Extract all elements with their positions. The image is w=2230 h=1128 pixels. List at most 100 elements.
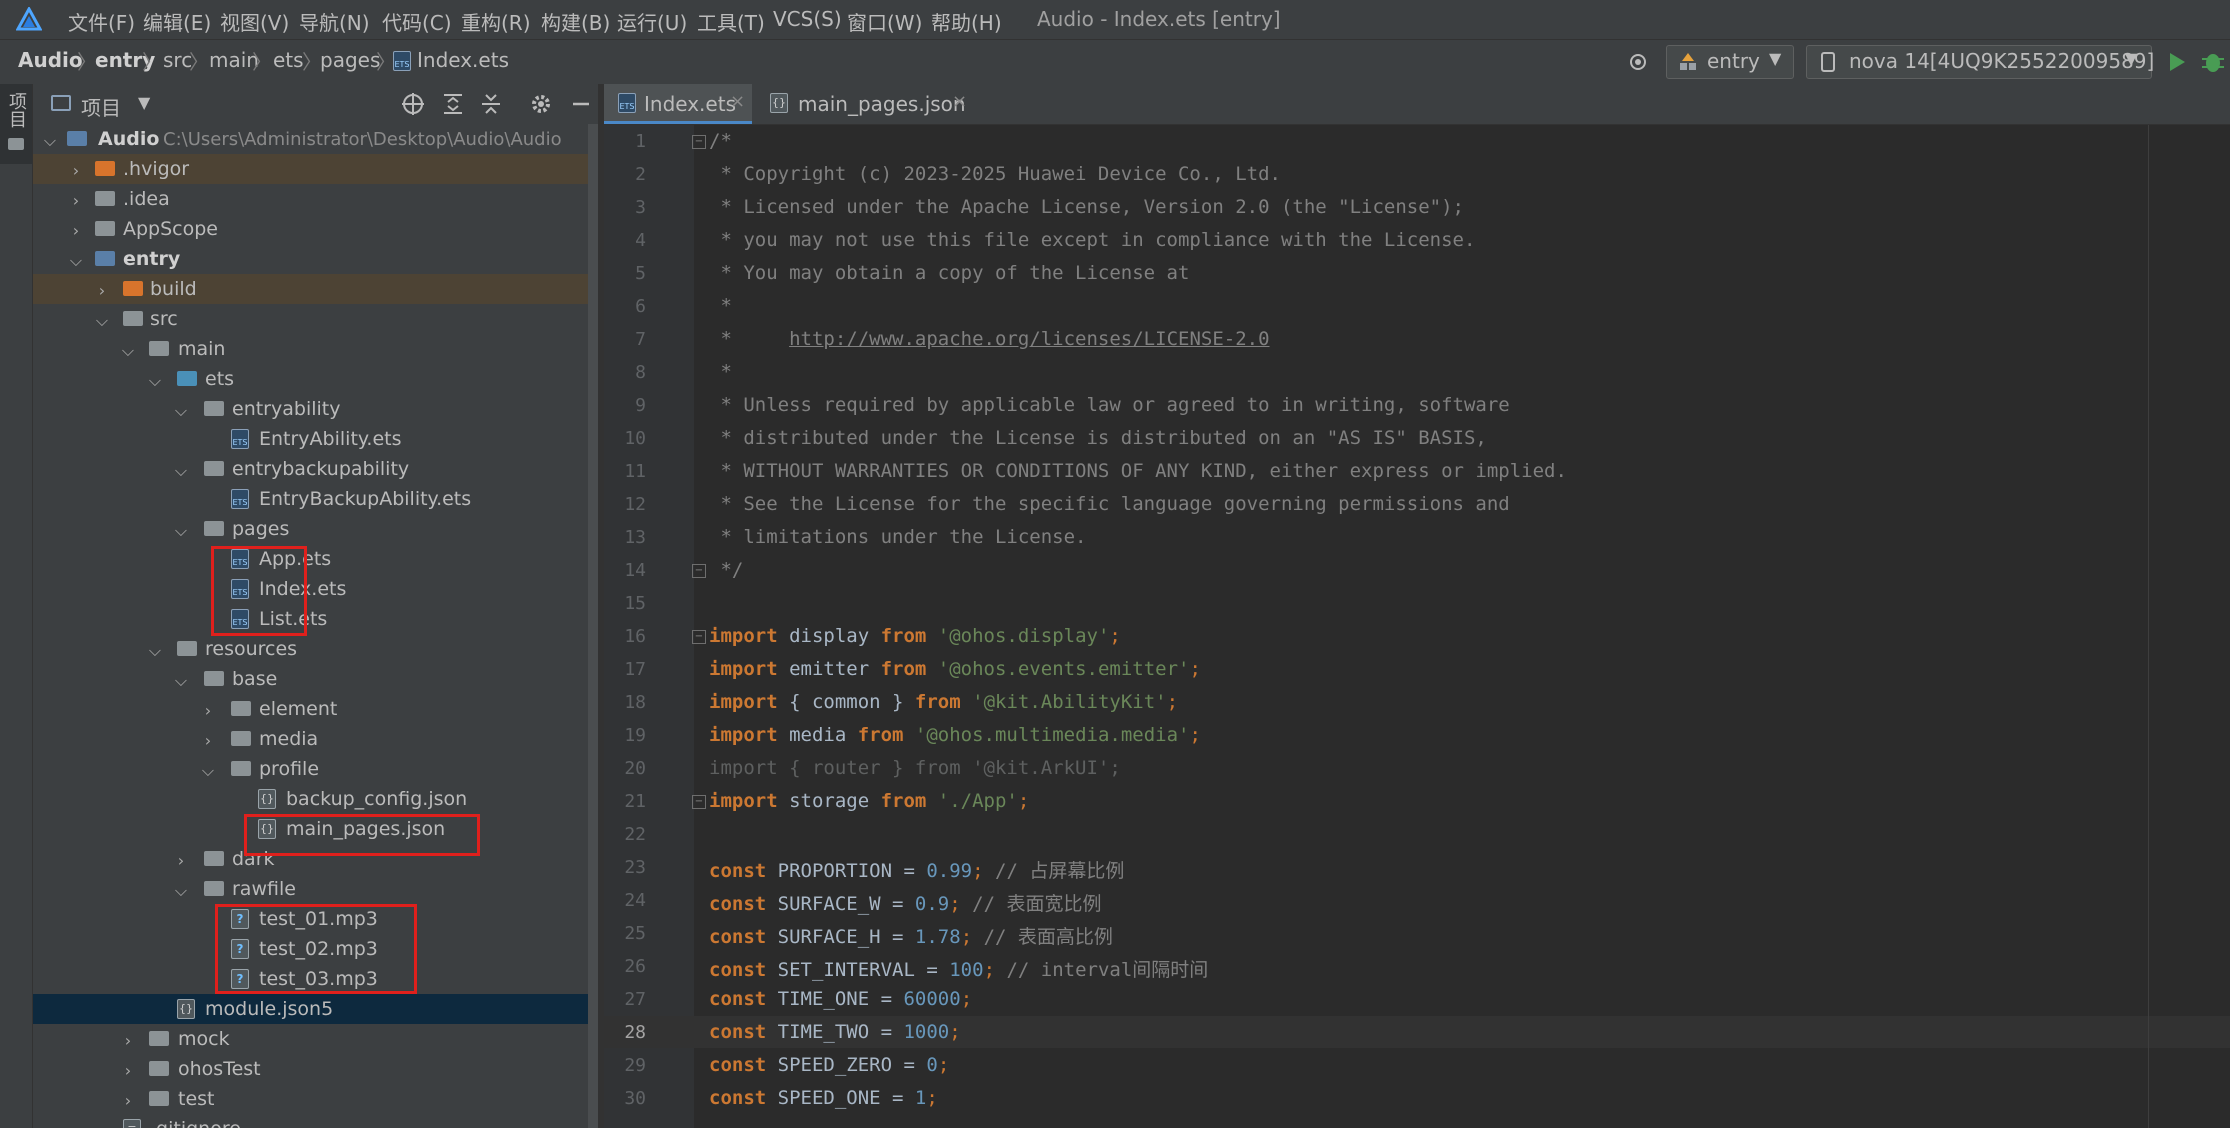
breadcrumb-ets[interactable]: ets — [273, 48, 304, 72]
menu-tools[interactable]: 工具(T) — [697, 7, 765, 36]
tree-item-file[interactable]: {} backup_config.json — [33, 784, 588, 814]
tree-item-folder[interactable]: › test — [33, 1084, 588, 1114]
tree-item-file[interactable]: ETS EntryBackupAbility.ets — [33, 484, 588, 514]
code-keyword: const — [709, 926, 767, 948]
code-number: 1 — [914, 1087, 927, 1109]
tree-item-file[interactable]: ETS EntryAbility.ets — [33, 424, 588, 454]
gear-icon[interactable] — [529, 92, 553, 116]
code-line: const SPEED_ONE = 1; — [709, 1087, 938, 1109]
code-punct: ; — [1166, 691, 1179, 713]
menu-run[interactable]: 运行(U) — [617, 7, 687, 36]
menu-code[interactable]: 代码(C) — [382, 7, 452, 36]
line-number: 25 — [624, 923, 646, 944]
tree-item-folder[interactable]: › build — [33, 274, 588, 304]
menu-vcs[interactable]: VCS(S) — [773, 7, 842, 31]
breadcrumb-separator: 〉 — [189, 50, 209, 74]
fold-marker-icon[interactable]: − — [692, 630, 706, 644]
fold-marker-icon[interactable]: − — [692, 135, 706, 149]
tree-item-folder[interactable]: ⌵ entryability — [33, 394, 588, 424]
breadcrumb-pages[interactable]: pages — [320, 48, 380, 72]
fold-marker-icon[interactable]: − — [692, 795, 706, 809]
menu-edit[interactable]: 编辑(E) — [143, 7, 211, 36]
chevron-down-icon: ⌵ — [95, 311, 109, 330]
menu-file[interactable]: 文件(F) — [68, 7, 135, 36]
menu-refactor[interactable]: 重构(R) — [461, 7, 531, 36]
line-number: 26 — [624, 956, 646, 977]
code-punct: ; — [983, 959, 996, 981]
tree-item-folder[interactable]: ⌵ entrybackupability — [33, 454, 588, 484]
tab-main-pages-json[interactable]: {} main_pages.json × — [756, 84, 970, 124]
line-number: 12 — [624, 494, 646, 515]
tree-item-file[interactable]: ETS List.ets — [33, 604, 588, 634]
line-number: 6 — [635, 296, 646, 317]
right-margin-guide — [2148, 125, 2149, 1128]
code-punct: ; — [960, 926, 973, 948]
tree-item-folder[interactable]: › mock — [33, 1024, 588, 1054]
project-tree-scrollbar[interactable] — [588, 124, 598, 1128]
code-line: import { common } from '@kit.AbilityKit'… — [709, 691, 1178, 713]
expand-all-icon[interactable] — [441, 92, 465, 116]
tree-item-folder[interactable]: ⌵ resources — [33, 634, 588, 664]
hide-panel-icon[interactable] — [569, 92, 593, 116]
tree-item-folder[interactable]: ⌵ pages — [33, 514, 588, 544]
collapse-all-icon[interactable] — [479, 92, 503, 116]
line-number: 2 — [635, 164, 646, 185]
tree-item-module[interactable]: ⌵ entry — [33, 244, 588, 274]
code-link[interactable]: http://www.apache.org/licenses/LICENSE-2… — [789, 328, 1269, 350]
breadcrumb-project[interactable]: Audio — [18, 48, 83, 72]
menu-view[interactable]: 视图(V) — [220, 7, 289, 36]
tree-item-folder[interactable]: ⌵ rawfile — [33, 874, 588, 904]
folder-icon — [149, 1061, 169, 1076]
tree-item-label: pages — [232, 518, 290, 540]
tree-item-folder[interactable]: › media — [33, 724, 588, 754]
project-panel-header: 项目 ▼ — [33, 84, 598, 125]
module-selector[interactable]: entry ▼ — [1666, 45, 1794, 79]
tree-item-folder[interactable]: ⌵ ets — [33, 364, 588, 394]
tree-item-folder[interactable]: ⌵ base — [33, 664, 588, 694]
code-line-unused-import: import { router } from '@kit.ArkUI'; — [709, 757, 1121, 779]
debug-icon[interactable] — [2200, 50, 2226, 74]
menu-build[interactable]: 构建(B) — [541, 7, 610, 36]
select-opened-file-icon[interactable] — [401, 92, 425, 116]
tree-item-folder[interactable]: › element — [33, 694, 588, 724]
project-panel-title[interactable]: 项目 — [81, 92, 121, 121]
tree-item-file[interactable]: ≡ .gitignore — [33, 1114, 588, 1128]
fold-marker-icon[interactable]: − — [692, 564, 706, 578]
line-number: 17 — [624, 659, 646, 680]
chevron-down-icon: ⌵ — [148, 641, 162, 660]
close-icon[interactable]: × — [730, 91, 745, 112]
tree-item-folder[interactable]: ⌵ src — [33, 304, 588, 334]
annotation-box-pages — [211, 546, 307, 636]
code-keyword: import — [709, 658, 778, 680]
tree-item-project-root[interactable]: ⌵ Audio C:\Users\Administrator\Desktop\A… — [33, 124, 588, 154]
close-icon[interactable]: × — [952, 91, 967, 112]
code-punct: ; — [949, 1021, 961, 1043]
chevron-down-icon[interactable]: ▼ — [138, 93, 150, 112]
tree-item-file-selected[interactable]: {} module.json5 — [33, 994, 588, 1024]
tree-item-folder[interactable]: ⌵ profile — [33, 754, 588, 784]
code-line: * you may not use this file except in co… — [709, 229, 1476, 251]
code-identifier: SPEED_ZERO = — [766, 1054, 927, 1076]
tree-item-file[interactable]: ETS App.ets — [33, 544, 588, 574]
code-string: './App' — [926, 790, 1018, 812]
tree-item-folder[interactable]: › .hvigor — [33, 154, 588, 184]
tab-index-ets[interactable]: ETS Index.ets × — [604, 84, 752, 124]
project-tool-button[interactable]: 项目 — [0, 84, 32, 164]
device-selector[interactable]: nova 14[4UQ9K25522009589] ▼ — [1806, 45, 2154, 79]
tree-item-file[interactable]: ETS Index.ets — [33, 574, 588, 604]
chevron-down-icon: ▼ — [1769, 49, 1782, 68]
code-line: * Licensed under the Apache License, Ver… — [709, 196, 1464, 218]
menu-window[interactable]: 窗口(W) — [847, 7, 922, 36]
tree-item-folder[interactable]: › ohosTest — [33, 1054, 588, 1084]
annotation-box-rawfile — [215, 904, 417, 994]
breadcrumb-file[interactable]: Index.ets — [417, 48, 509, 72]
run-icon[interactable] — [2166, 50, 2188, 74]
tree-item-folder[interactable]: › AppScope — [33, 214, 588, 244]
menu-help[interactable]: 帮助(H) — [931, 7, 1002, 36]
tree-item-folder[interactable]: › .idea — [33, 184, 588, 214]
tree-item-folder[interactable]: ⌵ main — [33, 334, 588, 364]
breadcrumb-src[interactable]: src — [163, 48, 192, 72]
locate-target-icon[interactable] — [1626, 50, 1650, 74]
tool-window-strip: 项目 — [0, 84, 33, 1128]
menu-navigate[interactable]: 导航(N) — [299, 7, 370, 36]
